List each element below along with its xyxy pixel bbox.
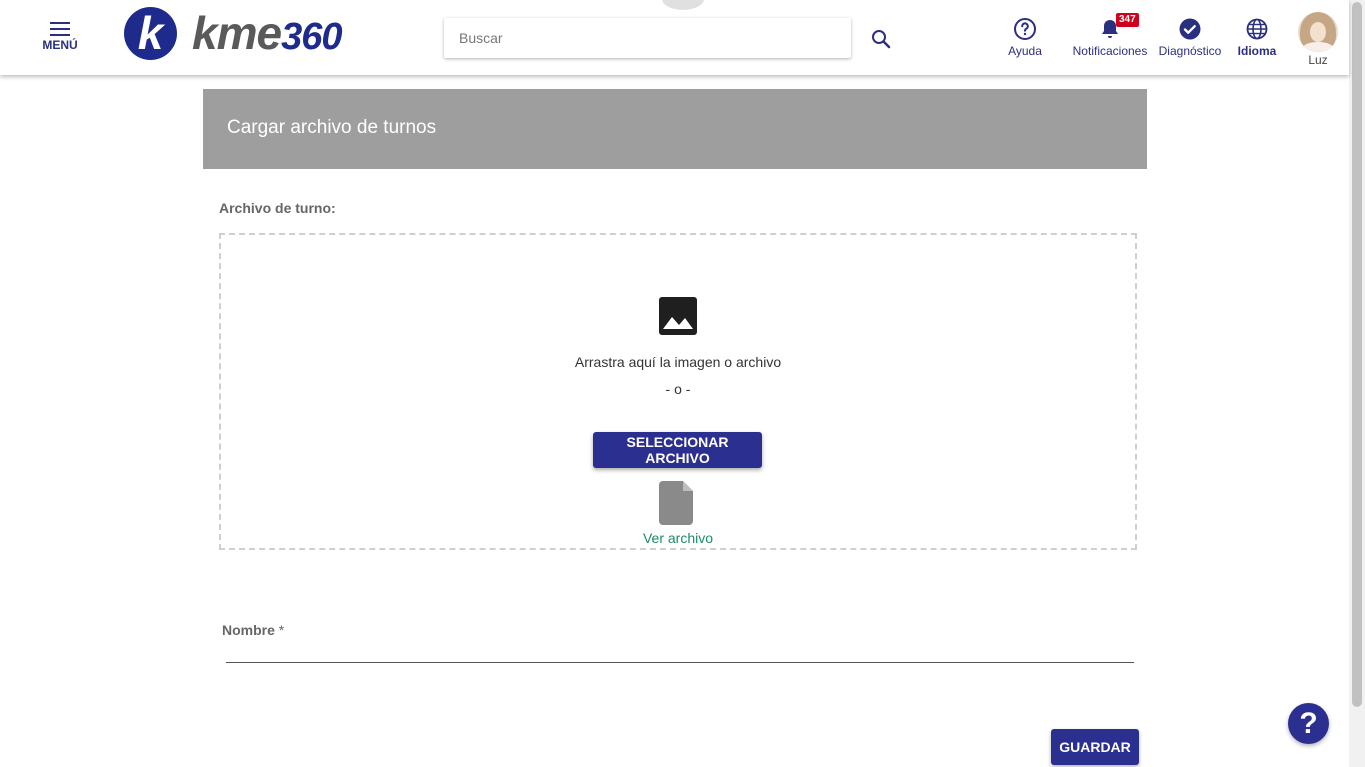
notifications-badge: 347 [1116, 13, 1139, 27]
nav-idioma-label: Idioma [1237, 44, 1277, 58]
logo-text: kme360 [192, 7, 342, 62]
top-bar: MENÚ k kme360 Ayuda 347 Notificaciones [0, 0, 1349, 75]
user-name: Luz [1308, 53, 1328, 67]
user-menu[interactable]: Luz [1297, 12, 1339, 67]
nav-ayuda[interactable]: Ayuda [1004, 17, 1046, 58]
name-input[interactable] [226, 640, 1134, 663]
image-icon [659, 297, 697, 335]
globe-icon [1246, 18, 1268, 40]
logo-letter: k [137, 7, 164, 59]
avatar [1298, 12, 1338, 52]
help-fab[interactable]: ? [1288, 703, 1329, 744]
name-field-label: Nombre * [222, 622, 284, 638]
search-input[interactable] [444, 18, 851, 58]
question-mark-icon: ? [1299, 707, 1318, 740]
hamburger-icon [50, 22, 70, 36]
name-label-text: Nombre [222, 622, 275, 638]
menu-button[interactable]: MENÚ [38, 20, 82, 56]
file-field-label: Archivo de turno: [219, 200, 336, 216]
scrollbar-thumb[interactable] [1352, 2, 1362, 707]
drag-instructions: Arrastra aquí la imagen o archivo [574, 354, 782, 370]
nav-idioma[interactable]: Idioma [1234, 17, 1280, 58]
logo[interactable]: k kme360 [124, 6, 384, 62]
logo-number: 360 [281, 16, 342, 58]
help-circle-icon [1014, 18, 1036, 40]
nav-diagnostico[interactable]: Diagnóstico [1156, 17, 1224, 58]
save-button[interactable]: GUARDAR [1051, 729, 1139, 765]
nav-diagnostico-label: Diagnóstico [1158, 44, 1222, 58]
or-separator: - o - [665, 381, 691, 397]
view-file-link[interactable]: Ver archivo [221, 530, 1135, 546]
select-file-button[interactable]: SELECCIONAR ARCHIVO [593, 432, 762, 468]
required-mark: * [274, 622, 285, 638]
file-icon [659, 481, 693, 525]
search-button[interactable] [869, 27, 893, 51]
search-box [444, 18, 851, 58]
logo-mark: k [124, 7, 177, 60]
nav-notificaciones[interactable]: 347 Notificaciones [1068, 13, 1152, 58]
logo-word: kme [192, 7, 282, 59]
search-icon [872, 30, 891, 49]
file-dropzone[interactable]: Arrastra aquí la imagen o archivo - o - … [219, 233, 1137, 550]
page-header: Cargar archivo de turnos [203, 89, 1147, 169]
scrollbar[interactable] [1349, 0, 1365, 767]
top-decoration [662, 0, 704, 10]
nav-notificaciones-label: Notificaciones [1072, 44, 1148, 58]
page-title: Cargar archivo de turnos [227, 117, 437, 138]
check-circle-icon [1179, 18, 1201, 40]
nav-ayuda-label: Ayuda [1008, 44, 1042, 58]
menu-label: MENÚ [42, 38, 78, 52]
